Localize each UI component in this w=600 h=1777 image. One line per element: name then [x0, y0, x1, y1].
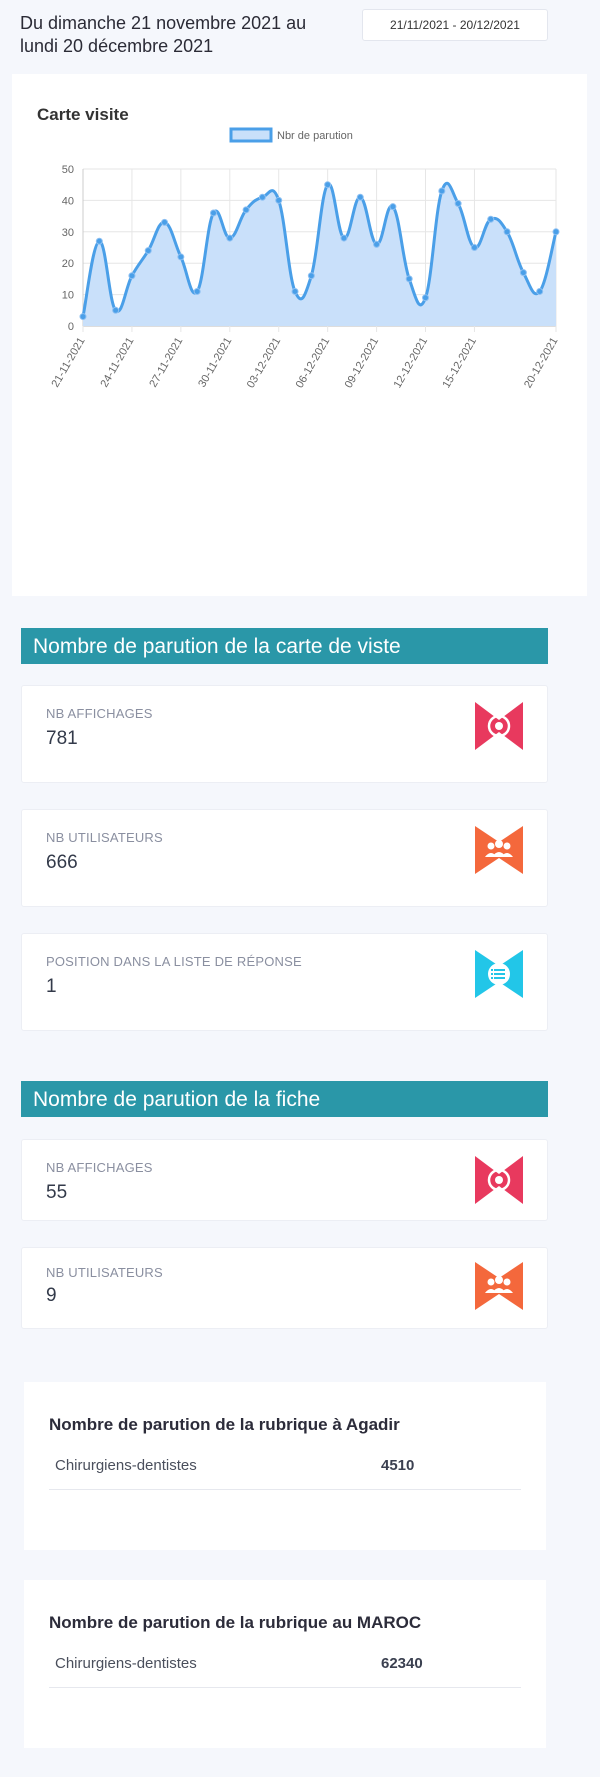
stat-label: NB AFFICHAGES: [46, 1160, 153, 1175]
data-point: [324, 181, 332, 189]
rubric-title: Nombre de parution de la rubrique à Agad…: [49, 1415, 400, 1434]
rubric-card-agadir: Nombre de parution de la rubrique à Agad…: [24, 1382, 546, 1550]
series-area: [83, 183, 556, 326]
eye-icon: [475, 702, 523, 750]
rubric-name: Chirurgiens-dentistes: [55, 1457, 197, 1474]
data-point: [275, 196, 283, 204]
data-point: [340, 234, 348, 242]
rubric-count: 62340: [381, 1655, 423, 1672]
stat-label: NB AFFICHAGES: [46, 706, 153, 721]
data-point: [128, 272, 136, 280]
data-point: [519, 269, 527, 277]
data-point: [470, 244, 478, 251]
data-point: [112, 306, 120, 314]
stat-value: 1: [46, 976, 57, 997]
stat-card-fiche-users: NB UTILISATEURS 9: [21, 1247, 548, 1329]
data-point: [422, 294, 430, 302]
x-tick-label: 09-12-2021: [343, 336, 382, 391]
data-point: [356, 193, 364, 201]
stat-value: 781: [46, 728, 78, 749]
data-point: [503, 228, 511, 236]
data-point: [373, 240, 381, 248]
data-point: [79, 313, 87, 321]
data-point: [193, 287, 201, 295]
y-tick-label: 10: [62, 290, 74, 302]
stat-card-visit-position: POSITION DANS LA LISTE DE RÉPONSE 1: [21, 933, 548, 1031]
rubric-name: Chirurgiens-dentistes: [55, 1655, 197, 1672]
rubric-title: Nombre de parution de la rubrique au MAR…: [49, 1613, 422, 1632]
y-tick-label: 20: [62, 258, 74, 270]
rubric-count: 4510: [381, 1457, 415, 1474]
stat-label: NB UTILISATEURS: [46, 830, 163, 845]
table-row: Chirurgiens-dentistes 4510: [49, 1445, 521, 1490]
stat-card-visit-views: NB AFFICHAGES 781: [21, 685, 548, 783]
x-tick-label: 21-11-2021: [49, 336, 87, 390]
data-point: [291, 287, 299, 295]
y-tick-label: 0: [68, 321, 74, 333]
data-point: [552, 228, 560, 236]
x-tick-label: 24-11-2021: [98, 336, 136, 390]
stat-value: 55: [46, 1182, 68, 1203]
stat-label: POSITION DANS LA LISTE DE RÉPONSE: [46, 954, 302, 969]
y-tick-label: 30: [62, 227, 74, 239]
stat-card-visit-users: NB UTILISATEURS 666: [21, 809, 548, 907]
users-icon: [475, 1262, 523, 1310]
data-point: [405, 275, 413, 283]
data-point: [454, 200, 462, 208]
list-icon: [475, 950, 523, 998]
chart-card: Carte visite 0 10 20 30 40 50 21-11-2021 24-11-…: [12, 74, 587, 596]
table-row: Chirurgiens-dentistes 62340: [49, 1643, 521, 1688]
data-point: [258, 193, 266, 201]
eye-icon: [475, 1156, 523, 1204]
data-point: [487, 215, 495, 223]
section-header-visit-card: Nombre de parution de la carte de viste: [21, 628, 548, 664]
x-tick-label: 12-12-2021: [392, 336, 431, 391]
x-tick-label: 30-11-2021: [196, 336, 234, 390]
y-tick-label: 50: [62, 164, 74, 176]
data-point: [144, 247, 152, 255]
legend-swatch: [229, 127, 273, 143]
data-point: [389, 203, 397, 211]
x-tick-label: 15-12-2021: [441, 335, 480, 390]
period-title: Du dimanche 21 novembre 2021 au lundi 20…: [20, 13, 307, 56]
data-point: [536, 287, 544, 295]
x-tick-label: 03-12-2021: [245, 336, 284, 391]
data-point: [242, 206, 250, 214]
rubric-card-maroc: Nombre de parution de la rubrique au MAR…: [24, 1580, 546, 1748]
stat-value: 666: [46, 852, 78, 873]
section-header-fiche: Nombre de parution de la fiche: [21, 1081, 548, 1117]
data-point: [161, 218, 169, 226]
stat-card-fiche-views: NB AFFICHAGES 55: [21, 1139, 548, 1221]
data-point: [209, 209, 217, 217]
data-point: [95, 237, 103, 245]
data-point: [307, 272, 315, 280]
visits-chart: 0 10 20 30 40 50 21-11-2021 24-11-2021 27-11-202…: [49, 127, 561, 391]
y-tick-label: 40: [62, 195, 74, 207]
data-point: [177, 253, 185, 261]
data-point: [438, 187, 446, 195]
users-icon: [475, 826, 523, 874]
data-point: [226, 234, 234, 242]
stat-label: NB UTILISATEURS: [46, 1265, 163, 1280]
date-range-picker[interactable]: 21/11/2021 - 20/12/2021: [362, 9, 548, 41]
x-tick-label: 20-12-2021: [522, 336, 561, 391]
legend-label: Nbr de parution: [277, 130, 353, 142]
x-tick-label: 27-11-2021: [147, 336, 185, 390]
x-tick-label: 06-12-2021: [294, 336, 333, 391]
stat-value: 9: [46, 1285, 57, 1306]
